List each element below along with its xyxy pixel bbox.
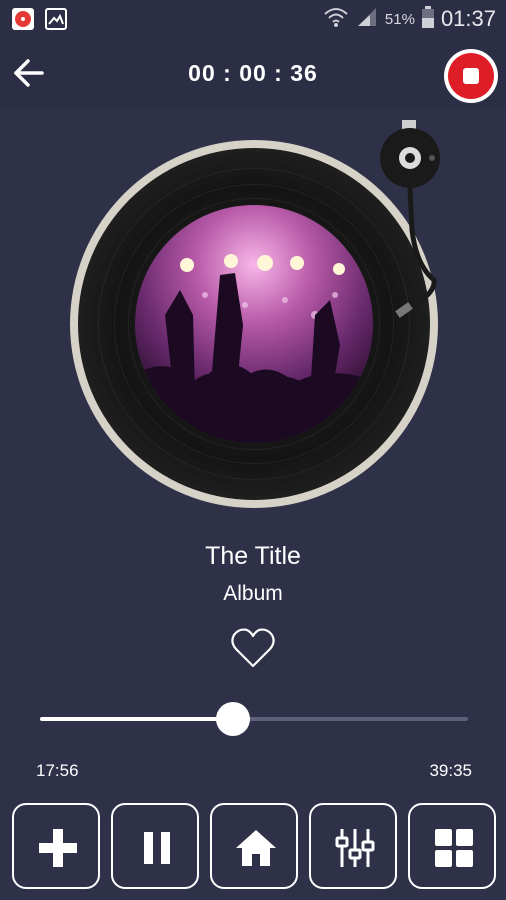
status-clock: 01:37 xyxy=(440,6,496,31)
seek-bar[interactable] xyxy=(40,702,468,736)
turntable xyxy=(70,120,440,510)
stop-icon xyxy=(448,53,494,99)
grid-button[interactable] xyxy=(408,803,496,889)
tonearm xyxy=(380,120,506,480)
seek-bar-thumb[interactable] xyxy=(216,702,250,736)
pause-icon xyxy=(144,832,170,864)
signal-icon xyxy=(356,6,378,33)
plus-icon xyxy=(39,829,77,867)
grid-icon xyxy=(435,829,473,867)
back-arrow-icon xyxy=(14,59,44,87)
home-icon xyxy=(236,830,276,866)
pause-button[interactable] xyxy=(111,803,199,889)
recording-timer: 00 : 00 : 36 xyxy=(188,60,318,86)
elapsed-time: 17:56 xyxy=(36,761,79,780)
battery-percentage: 51% xyxy=(384,10,415,28)
music-app-icon xyxy=(12,8,34,30)
equalizer-icon xyxy=(335,829,375,867)
seek-bar-progress xyxy=(40,717,233,721)
wifi-icon xyxy=(323,6,349,33)
stop-button[interactable] xyxy=(444,49,498,103)
gallery-icon xyxy=(45,8,67,30)
album-art xyxy=(135,205,373,443)
track-album: Album xyxy=(223,582,283,605)
favorite-button[interactable] xyxy=(230,626,276,670)
status-bar: 51% 01:37 xyxy=(0,0,506,38)
battery-icon xyxy=(421,5,434,33)
app-bar: 00 : 00 : 36 xyxy=(0,38,506,108)
heart-icon xyxy=(231,628,275,668)
total-time: 39:35 xyxy=(429,761,472,780)
equalizer-button[interactable] xyxy=(309,803,397,889)
add-button[interactable] xyxy=(12,803,100,889)
track-title: The Title xyxy=(205,542,301,570)
back-button[interactable] xyxy=(12,56,46,90)
home-button[interactable] xyxy=(210,803,298,889)
